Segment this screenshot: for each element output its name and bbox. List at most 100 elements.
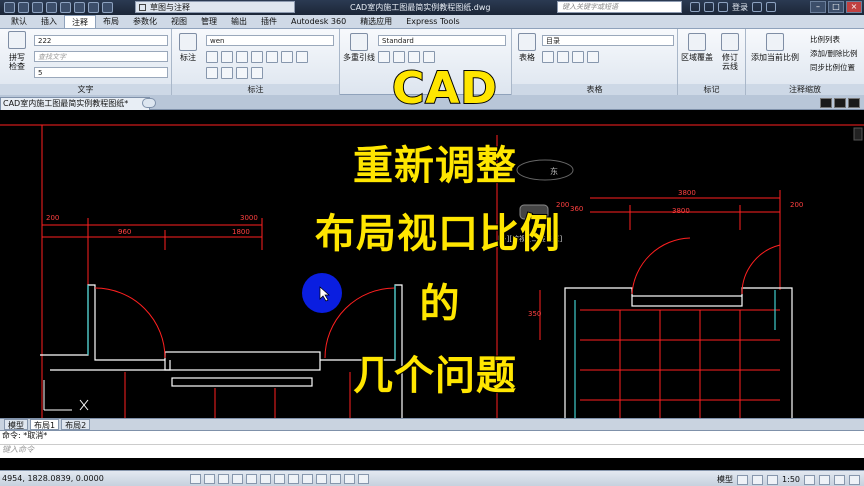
- selection-cycling-icon[interactable]: [358, 474, 369, 484]
- find-text-input[interactable]: 查找文字: [34, 51, 168, 62]
- spell-check-button[interactable]: 拼写 检查: [2, 53, 32, 71]
- tab-8[interactable]: 插件: [254, 15, 284, 28]
- text-style-select[interactable]: 222: [34, 35, 168, 46]
- layout-tab-2[interactable]: 布局2: [61, 419, 91, 430]
- tab-2[interactable]: 注释: [64, 15, 96, 28]
- dim-inspect-icon[interactable]: [296, 51, 308, 63]
- tab-1[interactable]: 插入: [34, 15, 64, 28]
- exchange-icon[interactable]: [752, 2, 762, 12]
- polar-icon[interactable]: [232, 474, 243, 484]
- table-button[interactable]: 表格: [514, 33, 540, 62]
- tab-7[interactable]: 输出: [224, 15, 254, 28]
- maximize-button[interactable]: □: [828, 1, 844, 13]
- sync-scale-button[interactable]: 同步比例位置: [810, 63, 855, 73]
- dim-oblique-icon[interactable]: [266, 51, 278, 63]
- search-input[interactable]: 键入关键字或短语: [557, 1, 682, 13]
- otrack-icon[interactable]: [274, 474, 285, 484]
- tab-11[interactable]: Express Tools: [399, 15, 467, 28]
- document-tab[interactable]: CAD室内施工图最简实例教程图纸*: [0, 97, 150, 110]
- leader-style-select[interactable]: Standard: [378, 35, 506, 46]
- open-icon[interactable]: [32, 2, 43, 13]
- dim-baseline-icon[interactable]: [236, 67, 248, 79]
- tab-4[interactable]: 参数化: [126, 15, 164, 28]
- star-icon[interactable]: [704, 2, 714, 12]
- doc-minimize-button[interactable]: [820, 98, 832, 108]
- save-icon[interactable]: [46, 2, 57, 13]
- new-tab-button[interactable]: [142, 98, 156, 108]
- annotation-visibility-icon[interactable]: [804, 474, 815, 485]
- layout-icon[interactable]: [737, 474, 749, 485]
- dim-style-select[interactable]: wen: [206, 35, 334, 46]
- nav-bar-handle[interactable]: [853, 127, 863, 141]
- upload-source-icon[interactable]: [587, 51, 599, 63]
- command-window[interactable]: 命令: *取消* 键入命令: [0, 430, 864, 458]
- clean-screen-icon[interactable]: [849, 474, 860, 485]
- dim-continue-icon[interactable]: [251, 51, 263, 63]
- ortho-icon[interactable]: [218, 474, 229, 484]
- dim-update-icon[interactable]: [206, 67, 218, 79]
- tab-6[interactable]: 管理: [194, 15, 224, 28]
- markup-panel-title[interactable]: 标记: [678, 84, 745, 95]
- binoculars-icon[interactable]: [690, 2, 700, 12]
- pan-icon[interactable]: [752, 474, 764, 485]
- revision-cloud-button[interactable]: 修订 云线: [716, 33, 744, 71]
- dim-text-angle-icon[interactable]: [281, 51, 293, 63]
- osnap-icon[interactable]: [246, 474, 257, 484]
- layout-tab-0[interactable]: 模型: [4, 419, 28, 430]
- overlay-title-line-2: 重新调整: [352, 142, 517, 190]
- tab-5[interactable]: 视图: [164, 15, 194, 28]
- multileader-button[interactable]: 多重引线: [342, 33, 376, 62]
- grid-icon[interactable]: [204, 474, 215, 484]
- model-space-toggle[interactable]: 模型: [717, 474, 733, 485]
- tab-0[interactable]: 默认: [4, 15, 34, 28]
- quick-properties-icon[interactable]: [344, 474, 355, 484]
- tab-10[interactable]: 精选应用: [353, 15, 399, 28]
- text-panel-title[interactable]: 文字: [0, 84, 171, 95]
- lock-icon[interactable]: [834, 474, 845, 485]
- snap-icon[interactable]: [190, 474, 201, 484]
- zoom-icon[interactable]: [767, 474, 779, 485]
- scale-panel-title[interactable]: 注释缩放: [746, 84, 864, 95]
- lineweight-icon[interactable]: [316, 474, 327, 484]
- table-style-select[interactable]: 目录: [542, 35, 674, 46]
- doc-close-button[interactable]: [848, 98, 860, 108]
- dim-linear-icon[interactable]: [206, 51, 218, 63]
- multiline-text-button[interactable]: [2, 31, 32, 51]
- workspace-switch-icon[interactable]: [819, 474, 830, 485]
- minimize-button[interactable]: –: [810, 1, 826, 13]
- transparency-icon[interactable]: [330, 474, 341, 484]
- dim-break-icon[interactable]: [221, 51, 233, 63]
- doc-restore-button[interactable]: [834, 98, 846, 108]
- annotation-scale-select[interactable]: 1:50: [782, 475, 800, 484]
- 3d-osnap-icon[interactable]: [260, 474, 271, 484]
- workspace-dropdown[interactable]: 草图与注释: [135, 1, 295, 13]
- user-icon[interactable]: [718, 2, 728, 12]
- tab-3[interactable]: 布局: [96, 15, 126, 28]
- add-delete-scale-button[interactable]: 添加/删除比例: [810, 49, 858, 59]
- download-source-icon[interactable]: [572, 51, 584, 63]
- dim-jog-icon[interactable]: [221, 67, 233, 79]
- add-current-scale-button[interactable]: 添加当前比例: [748, 33, 802, 62]
- dim-adjust-icon[interactable]: [236, 51, 248, 63]
- tab-9[interactable]: Autodesk 360: [284, 15, 353, 28]
- dim-space-icon[interactable]: [251, 67, 263, 79]
- command-input[interactable]: 键入命令: [0, 444, 864, 455]
- close-button[interactable]: ×: [846, 1, 862, 13]
- scale-list-button[interactable]: 比例列表: [810, 35, 840, 45]
- save-as-icon[interactable]: [60, 2, 71, 13]
- help-icon[interactable]: [766, 2, 776, 12]
- ducs-icon[interactable]: [288, 474, 299, 484]
- app-menu-icon[interactable]: [4, 2, 15, 13]
- redo-icon[interactable]: [102, 2, 113, 13]
- dimension-button[interactable]: 标注: [174, 33, 202, 62]
- text-height-select[interactable]: 5: [34, 67, 168, 78]
- new-icon[interactable]: [18, 2, 29, 13]
- dyn-icon[interactable]: [302, 474, 313, 484]
- undo-icon[interactable]: [88, 2, 99, 13]
- link-data-icon[interactable]: [557, 51, 569, 63]
- layout-tab-1[interactable]: 布局1: [30, 419, 60, 430]
- login-link[interactable]: 登录: [732, 2, 748, 12]
- dimension-panel-title[interactable]: 标注: [172, 84, 339, 95]
- print-icon[interactable]: [74, 2, 85, 13]
- wipeout-button[interactable]: 区域覆盖: [680, 33, 714, 62]
